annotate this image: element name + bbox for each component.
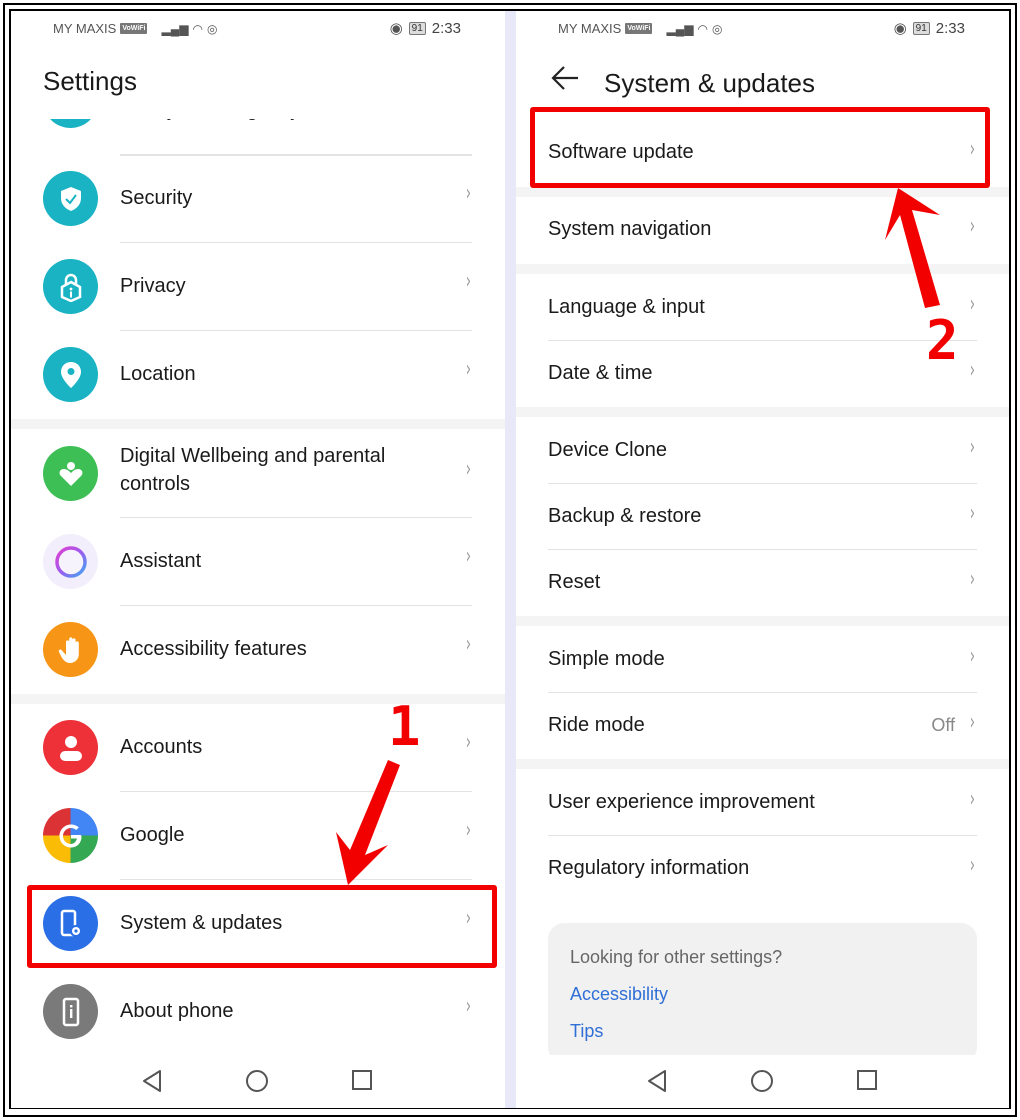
annotation-arrow-2 — [885, 188, 940, 308]
